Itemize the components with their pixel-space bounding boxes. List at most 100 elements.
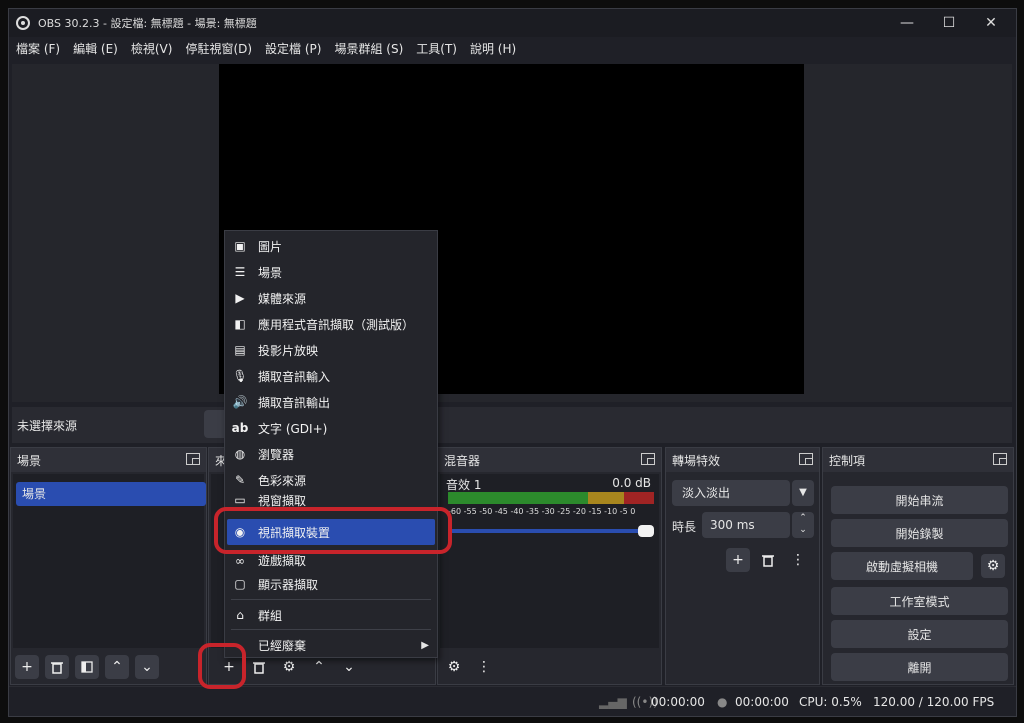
menu-tools[interactable]: 工具(T) [416, 40, 457, 57]
menu-view[interactable]: 檢視(V) [131, 40, 173, 57]
scenes-list: 場景 [13, 474, 206, 648]
track-db: 0.0 dB [612, 476, 651, 490]
menu-item-audio-output[interactable]: 🔊 擷取音訊輸出 [227, 389, 435, 415]
mixer-title: 混音器 [444, 453, 481, 468]
undock-icon[interactable] [641, 453, 655, 465]
more-icon: ⋮ [791, 552, 805, 568]
brush-icon: ✎ [234, 473, 246, 487]
menu-docks[interactable]: 停駐視窗(D) [185, 40, 252, 57]
menu-separator [231, 629, 431, 630]
speaker-icon: 🔊 [232, 395, 248, 409]
gamepad-icon: ∞ [235, 554, 245, 568]
transitions-title: 轉場特效 [672, 453, 721, 468]
cpu-usage: CPU: 0.5% [799, 695, 862, 709]
menu-file[interactable]: 檔案 (F) [16, 40, 60, 57]
move-scene-up-button[interactable]: ⌃ [105, 655, 129, 679]
menu-item-app-audio[interactable]: ◧ 應用程式音訊擷取（測試版） [227, 311, 435, 337]
menu-item-display-capture[interactable]: ▢ 顯示器擷取 [227, 571, 435, 597]
add-source-menu: ▣ 圖片 ☰ 場景 ▶ 媒體來源 ◧ 應用程式音訊擷取（測試版） ▤ 投影片放映 🎙 擷取音… [224, 230, 438, 658]
gear-icon: ⚙ [282, 659, 296, 675]
start-recording-button[interactable]: 開始錄製 [831, 519, 1008, 547]
trash-icon [51, 661, 63, 674]
duration-stepper[interactable]: ⌃ ⌄ [792, 512, 814, 538]
menu-bar: 檔案 (F) 編輯 (E) 檢視(V) 停駐視窗(D) 設定檔 (P) 場景群組… [9, 37, 1016, 59]
menu-edit[interactable]: 編輯 (E) [73, 40, 118, 57]
menu-item-scene[interactable]: ☰ 場景 [227, 259, 435, 285]
menu-separator [231, 599, 431, 600]
exit-button[interactable]: 離開 [831, 653, 1008, 681]
menu-item-window-capture[interactable]: ▭ 視窗擷取 [227, 493, 435, 507]
menu-scene-collection[interactable]: 場景群組 (S) [334, 40, 403, 57]
obs-window: OBS 30.2.3 - 設定檔: 無標題 - 場景: 無標題 — ☐ ✕ 檔案… [8, 8, 1017, 717]
window-icon: ▭ [234, 493, 246, 507]
mixer-settings-button[interactable]: ⚙ [442, 655, 466, 679]
app-audio-icon: ◧ [234, 317, 246, 331]
transition-select[interactable]: 淡入淡出 [672, 480, 790, 506]
close-button[interactable]: ✕ [971, 9, 1011, 37]
transition-selected: 淡入淡出 [682, 486, 731, 500]
duration-input[interactable]: 300 ms [702, 512, 790, 538]
menu-item-deprecated[interactable]: 已經廢棄 ▶ [227, 632, 435, 658]
studio-mode-button[interactable]: 工作室模式 [831, 587, 1008, 615]
highlight-add-source [198, 643, 246, 689]
menu-item-text[interactable]: ab 文字 (GDI+) [227, 415, 435, 441]
volume-slider[interactable] [448, 524, 656, 538]
menu-item-audio-input[interactable]: 🎙 擷取音訊輸入 [227, 363, 435, 389]
image-icon: ▣ [234, 239, 246, 253]
source-toolbar: 未選擇來源 [12, 407, 1012, 443]
monitor-icon: ▢ [234, 577, 246, 591]
trash-icon [253, 661, 265, 674]
minimize-button[interactable]: — [887, 9, 927, 37]
undock-icon[interactable] [799, 453, 813, 465]
meter-ticks: -60 -55 -50 -45 -40 -35 -30 -25 -20 -15 … [448, 507, 636, 516]
chevron-down-icon[interactable]: ▼ [792, 480, 814, 506]
menu-item-browser[interactable]: ◍ 瀏覽器 [227, 441, 435, 467]
obs-logo-icon [16, 16, 30, 30]
menu-help[interactable]: 說明 (H) [470, 40, 516, 57]
volume-meter [448, 492, 654, 504]
menu-item-slideshow[interactable]: ▤ 投影片放映 [227, 337, 435, 363]
play-icon: ▶ [235, 291, 245, 305]
duration-value: 300 ms [710, 518, 755, 532]
move-scene-down-button[interactable]: ⌄ [135, 655, 159, 679]
window-title: OBS 30.2.3 - 設定檔: 無標題 - 場景: 無標題 [38, 17, 257, 30]
more-icon: ⋮ [477, 659, 491, 675]
add-transition-button[interactable]: + [726, 548, 750, 572]
menu-profile[interactable]: 設定檔 (P) [265, 40, 321, 57]
gear-icon: ⚙ [447, 659, 461, 675]
menu-item-media-source[interactable]: ▶ 媒體來源 [227, 285, 435, 311]
network-signal-icon: ▂▄▆ [599, 695, 627, 709]
menu-item-image[interactable]: ▣ 圖片 [227, 233, 435, 259]
fps-readout: 120.00 / 120.00 FPS [873, 695, 995, 709]
remove-scene-button[interactable] [45, 655, 69, 679]
record-icon: ● [717, 695, 728, 709]
undock-icon[interactable] [993, 453, 1007, 465]
stream-time: 00:00:00 [651, 695, 705, 709]
menu-item-color-source[interactable]: ✎ 色彩來源 [227, 467, 435, 493]
move-source-up-button[interactable]: ⌃ [307, 655, 331, 679]
menu-item-group[interactable]: ⌂ 群組 [227, 602, 435, 628]
start-virtual-camera-button[interactable]: 啟動虛擬相機 [831, 552, 973, 580]
maximize-button[interactable]: ☐ [929, 9, 969, 37]
folder-icon: ⌂ [236, 608, 244, 622]
source-properties-button[interactable]: ⚙ [277, 655, 301, 679]
transition-menu-button[interactable]: ⋮ [786, 548, 810, 572]
add-scene-button[interactable]: + [15, 655, 39, 679]
remove-transition-button[interactable] [756, 548, 780, 572]
virtual-camera-settings-button[interactable]: ⚙ [981, 554, 1005, 578]
start-streaming-button[interactable]: 開始串流 [831, 486, 1008, 514]
scene-filters-button[interactable] [75, 655, 99, 679]
transitions-dock: 轉場特效 淡入淡出 ▼ 時長 300 ms ⌃ ⌄ + ⋮ [665, 447, 820, 685]
settings-button[interactable]: 設定 [831, 620, 1008, 648]
controls-dock: 控制項 開始串流 開始錄製 啟動虛擬相機 ⚙ 工作室模式 設定 離開 [822, 447, 1014, 685]
scene-item[interactable]: 場景 [16, 482, 206, 506]
move-source-down-button[interactable]: ⌄ [337, 655, 361, 679]
list-icon: ☰ [234, 265, 246, 279]
undock-icon[interactable] [186, 453, 200, 465]
mixer-menu-button[interactable]: ⋮ [472, 655, 496, 679]
remove-source-button[interactable] [247, 655, 271, 679]
trash-icon [762, 554, 774, 567]
title-bar: OBS 30.2.3 - 設定檔: 無標題 - 場景: 無標題 — ☐ ✕ [9, 9, 1016, 37]
controls-title: 控制項 [829, 453, 866, 468]
gear-icon: ⚙ [986, 558, 1000, 574]
